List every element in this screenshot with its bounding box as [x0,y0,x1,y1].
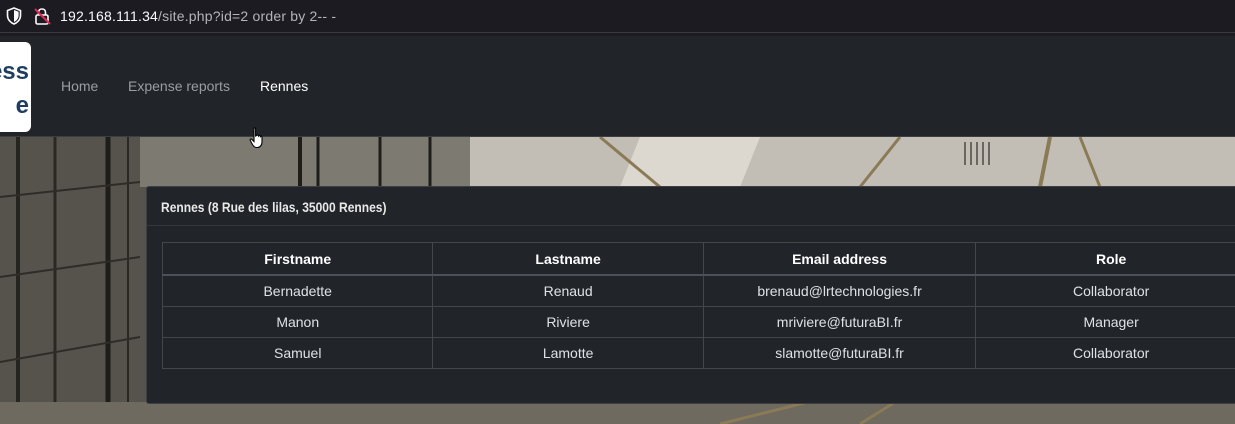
site-navbar: ess e Home Expense reports Rennes [0,36,1235,137]
insecure-lock-icon[interactable] [34,7,52,30]
cell-lastname: Lamotte [432,337,704,369]
card-header: Rennes (8 Rue des lilas, 35000 Rennes) [147,187,1235,226]
card-title: Rennes (8 Rue des lilas, 35000 Rennes) [161,199,387,215]
cell-email: brenaud@lrtechnologies.fr [702,274,977,307]
column-header-lastname: Lastname [432,242,704,276]
site-logo[interactable]: ess e [0,42,31,132]
table-row: Samuel Lamotte slamotte@futuraBI.fr Coll… [161,337,1235,369]
column-header-firstname: Firstname [161,242,434,276]
table-row: Bernadette Renaud brenaud@lrtechnologies… [161,274,1235,307]
users-table: Firstname Lastname Email address Role Be… [161,242,1235,369]
browser-url-bar[interactable]: 192.168.111.34/site.php?id=2 order by 2-… [0,0,1235,33]
url-path: /site.php?id=2 order by 2-- - [158,8,337,24]
column-header-email: Email address [702,242,977,276]
nav-link-expense-reports[interactable]: Expense reports [128,77,230,95]
column-header-role: Role [975,242,1235,276]
nav-link-rennes[interactable]: Rennes [260,77,308,95]
url-text[interactable]: 192.168.111.34/site.php?id=2 order by 2-… [60,7,336,25]
cell-email: mriviere@futuraBI.fr [702,306,977,338]
logo-text-line2: e [15,92,29,119]
site-users-card: Rennes (8 Rue des lilas, 35000 Rennes) F… [146,186,1235,404]
cell-lastname: Renaud [432,274,704,307]
cell-firstname: Manon [161,306,434,338]
table-row: Manon Riviere mriviere@futuraBI.fr Manag… [161,306,1235,338]
cell-email: slamotte@futuraBI.fr [702,337,977,369]
tracking-protection-shield-icon[interactable] [6,7,22,30]
nav-link-home[interactable]: Home [61,77,98,95]
logo-text-line1: ess [0,58,29,85]
cell-role: Collaborator [975,274,1235,307]
cell-firstname: Bernadette [161,274,434,307]
hand-pointer-cursor-icon [249,127,267,154]
cell-role: Collaborator [975,337,1235,369]
cell-lastname: Riviere [432,306,704,338]
cell-role: Manager [975,306,1235,338]
table-header-row: Firstname Lastname Email address Role [161,242,1235,276]
cell-firstname: Samuel [161,337,434,369]
url-host: 192.168.111.34 [60,8,159,24]
